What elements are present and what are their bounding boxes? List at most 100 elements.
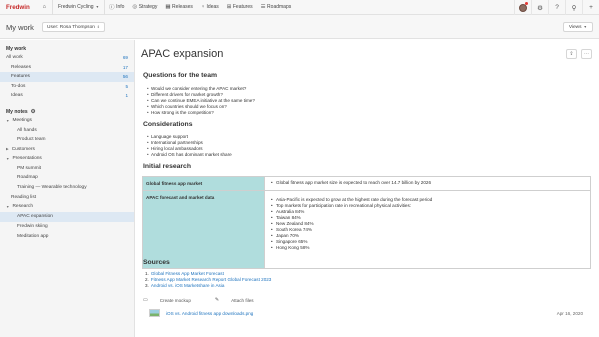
sidebar-note-all-hands[interactable]: All hands [0,126,134,136]
add-button[interactable]: + [582,0,599,15]
chevron-down-icon[interactable]: ▼ [6,157,9,161]
sidebar-item-features[interactable]: Features 56 [0,72,134,82]
note-title[interactable]: APAC expansion [141,48,223,60]
user-filter-dropdown[interactable]: User: Rosa Thompson ⇕ [42,22,105,32]
sources-heading: Sources [143,259,170,266]
chevron-down-icon[interactable]: ▼ [6,119,9,123]
gear-icon[interactable]: ⚙ [31,109,36,115]
research-table: Global fitness app market Global fitness… [142,176,591,269]
nav-label: Releases [172,4,193,10]
nav-label: Features [232,4,253,10]
nav-right-tools: ⚙ ? ⚲ + [514,0,599,15]
sidebar-item-count: 5 [125,83,128,89]
sidebar-item-label: Ideas [11,93,23,99]
list-item: How strong is the competition? [147,110,255,116]
sidebar-item-label: Training — Wearable technology [17,184,87,190]
more-button[interactable]: ⋯ [581,49,592,59]
nav-strategy[interactable]: ◎ Strategy [128,0,161,15]
roadmap-icon: ☰ [260,4,266,10]
nav-label: Strategy [138,4,158,10]
link-text: Fitness App Market Research Report Globa… [150,277,272,282]
sidebar-note-presentations[interactable]: ▼ Presentations [0,154,134,164]
gear-icon: ⚙ [537,4,543,12]
user-menu[interactable] [514,0,531,15]
table-cell-label[interactable]: APAC forecast and market data [142,190,265,269]
sidebar-note-roadmap[interactable]: Roadmap [0,173,134,183]
nav-roadmaps[interactable]: ☰ Roadmaps [257,0,296,15]
app-logo[interactable]: Fredwin [6,4,36,11]
sidebar-note-customers[interactable]: ▶ Customers [0,145,134,155]
nav-features[interactable]: ⊞ Features [223,0,257,15]
plus-icon: + [589,4,593,11]
help-button[interactable]: ? [548,0,565,15]
table-row: Global fitness app market Global fitness… [142,176,591,191]
table-cell-label[interactable]: Global fitness app market [142,176,265,191]
cell-list: Asia-Pacific is expected to grow at the … [271,197,584,209]
sidebar-note-meditation-app[interactable]: Meditation app [0,232,134,242]
home-button[interactable]: ⌂ [38,0,52,15]
chevron-right-icon[interactable]: ▶ [6,147,9,151]
chevron-down-icon: ▼ [95,5,100,9]
settings-button[interactable]: ⚙ [531,0,548,15]
nav-ideas[interactable]: ♀ Ideas [197,0,223,15]
sidebar-item-label: All work [6,55,23,61]
questions-heading: Questions for the team [143,72,218,79]
sidebar-item-count: 69 [122,55,128,61]
attachment-date: Apr 16, 2020 [556,311,583,316]
nav-label: Ideas [206,4,219,10]
search-button[interactable]: ⚲ [565,0,582,15]
markets-list: Australia 84% Taiwan 84% New Zealand 84%… [271,209,584,251]
attachment-item[interactable]: iOS vs. Android fitness app downloads.pn… [149,309,253,317]
sidebar-item-releases[interactable]: Releases 17 [0,63,134,73]
list-number: 2. [145,277,149,282]
notification-dot [525,2,528,5]
sources-list: 1. Global Fitness App Market Forecast 2. F… [145,271,271,289]
source-link[interactable]: 3. Android vs. iOS Marketshare in Asia [145,283,271,289]
share-button[interactable]: ⇪ [566,49,577,59]
table-cell[interactable]: Global fitness app market size is expect… [264,176,591,191]
views-dropdown[interactable]: Views ▼ [562,22,593,32]
user-filter-label: User: Rosa Thompson [47,24,95,30]
product-selector[interactable]: Fredwin Cycling ▼ [52,0,106,15]
sidebar-item-ideas[interactable]: Ideas 1 [0,91,134,101]
list-number: 3. [145,283,149,288]
sidebar-item-todos[interactable]: To-dos 5 [0,82,134,92]
sidebar-item-count: 1 [125,93,128,99]
sidebar-item-label: All hands [17,127,37,133]
sidebar-note-meetings[interactable]: ▼ Meetings [0,116,134,126]
sidebar-note-research[interactable]: ▼ Research [0,202,134,212]
share-icon: ⇪ [569,51,574,57]
sidebar-item-label: Reading list [11,194,37,200]
sidebar-note-product-team[interactable]: Product team [0,135,134,145]
sidebar-item-count: 17 [122,64,128,70]
attachment-name[interactable]: iOS vs. Android fitness app downloads.pn… [166,311,253,316]
research-heading: Initial research [143,163,191,170]
sidebar-note-fredwin-skiing[interactable]: Fredwin skiing [0,222,134,232]
sidebar-item-label: APAC expansion [17,214,53,220]
sidebar-item-label: To-dos [11,83,26,89]
sidebar: My work All work 69 Releases 17 Features… [0,40,135,337]
chevron-down-icon: ▼ [583,25,587,29]
nav-label: Roadmaps [267,4,292,10]
sidebar-note-training[interactable]: Training — Wearable technology [0,183,134,193]
chevron-down-icon[interactable]: ▼ [6,205,9,209]
sidebar-item-label: Releases [11,64,31,70]
sidebar-note-pm-summit[interactable]: PM summit [0,164,134,174]
sidebar-note-apac-expansion[interactable]: APAC expansion [0,212,134,222]
sidebar-item-all-work[interactable]: All work 69 [0,53,134,63]
page-title: My work [6,23,34,32]
chevron-updown-icon: ⇕ [96,25,100,29]
nav-info[interactable]: ⓘ Info [105,0,128,15]
nav-label: Info [116,4,125,10]
table-cell[interactable]: Asia-Pacific is expected to grow at the … [264,190,591,269]
sidebar-item-label: Fredwin skiing [17,224,48,230]
nav-releases[interactable]: ▦ Releases [161,0,197,15]
page-header: My work User: Rosa Thompson ⇕ Views ▼ [0,15,599,39]
attach-files-button[interactable]: ✎ Attach files [215,297,266,303]
sidebar-note-reading-list[interactable]: Reading list [0,193,134,203]
top-nav: Fredwin ⌂ Fredwin Cycling ▼ ⓘ Info ◎ Strate… [0,0,599,15]
link-text: Global Fitness App Market Forecast [150,271,224,276]
home-icon: ⌂ [42,4,46,10]
my-work-heading: My work [6,46,27,52]
create-mockup-button[interactable]: ▭ Create mockup [143,297,203,303]
